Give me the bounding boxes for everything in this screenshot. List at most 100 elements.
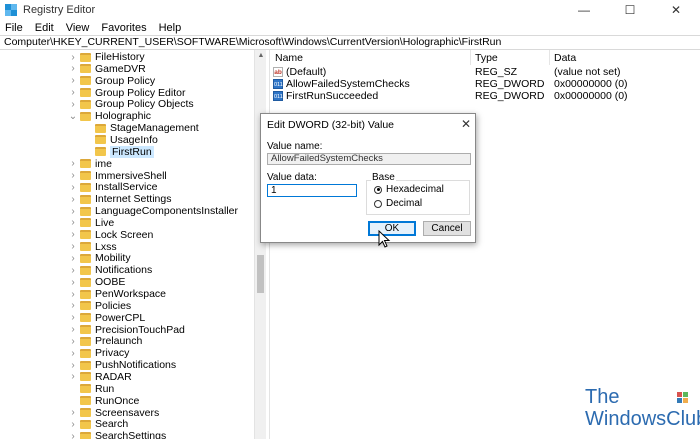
folder-icon [80,242,91,252]
chevron-down-icon[interactable]: ⌄ [68,111,78,122]
tree-item[interactable]: › RADAR [68,371,131,383]
chevron-right-icon[interactable]: › [68,289,78,300]
decimal-radio[interactable]: Decimal [374,198,422,209]
value-name-field: AllowFailedSystemChecks [267,153,471,165]
value-row[interactable]: 011 FirstRunSucceeded [271,90,378,102]
chevron-right-icon[interactable]: › [68,253,78,264]
tree-item[interactable]: › Policies [68,300,131,312]
tree-item[interactable]: › OOBE [68,276,125,288]
chevron-right-icon[interactable]: › [68,241,78,252]
tree-item[interactable]: › ime [68,158,112,170]
hexadecimal-radio[interactable]: Hexadecimal [374,184,444,195]
value-data-input[interactable]: 1 [267,184,357,197]
tree-item[interactable]: › FileHistory [68,51,144,63]
tree-item-label: Group Policy Editor [95,86,186,99]
menu-file[interactable]: File [0,22,29,34]
ok-button[interactable]: OK [368,221,416,236]
tree-item[interactable]: › GameDVR [68,63,145,75]
chevron-right-icon[interactable]: › [68,324,78,335]
pane-splitter[interactable] [266,50,270,439]
dialog-close-icon[interactable]: ✕ [461,117,471,131]
chevron-right-icon[interactable]: › [68,99,78,110]
chevron-right-icon[interactable]: › [68,52,78,63]
chevron-right-icon[interactable]: › [68,229,78,240]
chevron-right-icon[interactable]: › [68,170,78,181]
tree-item[interactable]: › ImmersiveShell [68,170,166,182]
folder-icon [80,336,91,346]
tree-item[interactable]: › InstallService [68,181,157,193]
folder-icon [80,265,91,275]
tree-item-label: UsageInfo [110,133,158,146]
tree-item[interactable]: Run [68,383,114,395]
tree-scrollbar[interactable]: ▲ [254,50,266,439]
chevron-right-icon[interactable]: › [68,336,78,347]
column-header-data[interactable]: Data [550,50,700,65]
chevron-right-icon[interactable]: › [68,87,78,98]
folder-icon [80,206,91,216]
column-header-type[interactable]: Type [471,50,550,65]
tree-item[interactable]: › Internet Settings [68,193,171,205]
tree-item[interactable]: UsageInfo [83,134,158,146]
tree-item[interactable]: › Live [68,217,114,229]
column-header-name[interactable]: Name [271,50,471,65]
chevron-right-icon[interactable]: › [68,348,78,359]
value-name: (Default) [286,66,327,78]
tree-item[interactable]: › Privacy [68,347,129,359]
menu-edit[interactable]: Edit [29,22,60,34]
chevron-right-icon[interactable]: › [68,158,78,169]
chevron-right-icon[interactable]: › [68,63,78,74]
chevron-right-icon[interactable]: › [68,277,78,288]
chevron-right-icon[interactable]: › [68,206,78,217]
tree-item[interactable]: › Prelaunch [68,335,142,347]
chevron-right-icon[interactable]: › [68,217,78,228]
scrollbar-thumb[interactable] [257,255,264,293]
chevron-right-icon[interactable]: › [68,182,78,193]
tree-item-label: Holographic [95,110,152,123]
tree-item[interactable]: › PowerCPL [68,312,145,324]
chevron-right-icon[interactable]: › [68,407,78,418]
menu-help[interactable]: Help [153,22,188,34]
maximize-button[interactable]: ☐ [607,0,653,20]
chevron-right-icon[interactable]: › [68,265,78,276]
tree-item[interactable]: › PrecisionTouchPad [68,324,185,336]
tree-item[interactable]: › PenWorkspace [68,288,166,300]
tree-item[interactable]: › PushNotifications [68,359,176,371]
chevron-right-icon[interactable]: › [68,194,78,205]
tree-item[interactable]: › SearchSettings [68,430,166,439]
tree-item[interactable]: › Lxss [68,241,116,253]
menu-favorites[interactable]: Favorites [95,22,152,34]
chevron-right-icon[interactable]: › [68,419,78,430]
close-button[interactable]: ✕ [653,0,699,20]
chevron-right-icon[interactable]: › [68,312,78,323]
tree-item[interactable]: › Lock Screen [68,229,153,241]
tree-item[interactable]: FirstRun [83,145,154,158]
value-name: AllowFailedSystemChecks [286,78,410,90]
value-row[interactable]: 011 AllowFailedSystemChecks [271,78,410,90]
value-name: FirstRunSucceeded [286,90,379,102]
tree-item[interactable]: › Screensavers [68,407,159,419]
tree-item[interactable]: › Group Policy Editor [68,87,185,99]
tree-item[interactable]: › LanguageComponentsInstaller [68,205,238,217]
tree-item-label: Privacy [95,347,130,360]
chevron-right-icon[interactable]: › [68,75,78,86]
chevron-right-icon[interactable]: › [68,300,78,311]
tree-item[interactable]: › Notifications [68,264,152,276]
tree-item[interactable]: › Mobility [68,252,130,264]
tree-item[interactable]: StageManagement [83,122,199,134]
tree-item[interactable]: › Group Policy [68,75,155,87]
tree-item[interactable]: › Search [68,418,128,430]
address-bar[interactable]: Computer\HKEY_CURRENT_USER\SOFTWARE\Micr… [0,35,700,50]
minimize-button[interactable]: — [561,0,607,20]
menu-view[interactable]: View [60,22,96,34]
chevron-right-icon[interactable]: › [68,371,78,382]
tree-item-label: Prelaunch [95,335,143,348]
cancel-button[interactable]: Cancel [423,221,471,236]
folder-icon [80,171,91,180]
chevron-right-icon[interactable]: › [68,360,78,371]
tree-item[interactable]: ⌄ Holographic [68,110,151,122]
value-row[interactable]: ab (Default) [271,66,326,78]
tree-item[interactable]: › Group Policy Objects [68,98,193,110]
tree-item[interactable]: RunOnce [68,395,139,407]
folder-icon [80,76,91,86]
chevron-right-icon[interactable]: › [68,431,78,439]
